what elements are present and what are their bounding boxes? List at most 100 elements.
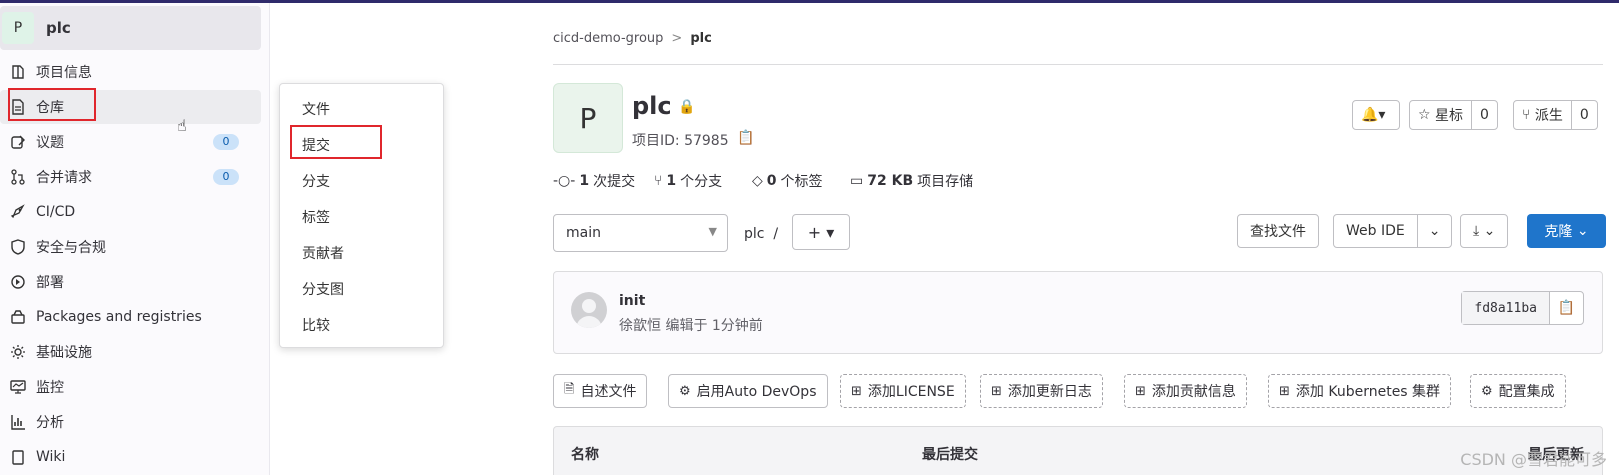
page-title: plc: [632, 92, 672, 120]
sidebar-item-cicd[interactable]: CI/CD: [0, 195, 261, 229]
sidebar-item-deployments[interactable]: 部署: [0, 265, 261, 299]
column-name: 名称: [571, 447, 599, 463]
breadcrumb-group[interactable]: cicd-demo-group: [553, 31, 663, 46]
plus-square-icon: ⊞: [851, 383, 862, 399]
file-table-header: 名称 最后提交 最后更新: [553, 426, 1603, 475]
clone-button[interactable]: 克隆 ⌄: [1527, 214, 1606, 248]
flyout-item-compare[interactable]: 比较: [302, 315, 330, 335]
sidebar-item-label: CI/CD: [36, 204, 76, 220]
stat-storage[interactable]: ▭ 72 KB 项目存储: [850, 171, 973, 191]
sidebar-item-merge-requests[interactable]: 合并请求 0: [0, 160, 261, 194]
sidebar-item-security[interactable]: 安全与合规: [0, 230, 261, 264]
highlight-box-repository: [8, 88, 96, 121]
commit-message[interactable]: init: [619, 293, 645, 309]
sidebar-item-label: Packages and registries: [36, 309, 202, 325]
gear-icon: ⚙: [679, 383, 691, 399]
merge-requests-count-badge: 0: [213, 169, 239, 185]
copy-icon[interactable]: 📋: [1550, 292, 1583, 324]
star-label: 星标: [1435, 108, 1464, 124]
sidebar-item-project-info[interactable]: 项目信息: [0, 55, 261, 89]
fork-label: 派生: [1534, 108, 1563, 124]
stat-tags[interactable]: ◇ 0 个标签: [752, 171, 823, 191]
sidebar-item-label: 议题: [36, 135, 64, 151]
project-id: 项目ID: 57985: [632, 133, 729, 149]
fork-icon: ⑂ 派生: [1522, 107, 1563, 124]
chart-icon: [0, 405, 36, 439]
flyout-item-graph[interactable]: 分支图: [302, 279, 344, 299]
add-kubernetes-button[interactable]: ⊞ 添加 Kubernetes 集群: [1268, 374, 1452, 408]
sidebar-item-monitor[interactable]: 监控: [0, 370, 261, 404]
column-last-commit: 最后提交: [922, 447, 978, 463]
chevron-down-icon: ▾: [826, 222, 835, 242]
commit-sha[interactable]: fd8a11ba: [1462, 292, 1550, 324]
sidebar-item-label: 部署: [36, 275, 64, 291]
configure-integrations-button[interactable]: ⚙ 配置集成: [1470, 374, 1566, 408]
shield-icon: [0, 230, 36, 264]
sidebar-item-label: 监控: [36, 380, 64, 396]
branch-selector[interactable]: main ▼: [553, 214, 728, 252]
flyout-item-contributors[interactable]: 贡献者: [302, 243, 344, 263]
branch-name: main: [566, 225, 601, 241]
sidebar: P plc 项目信息 仓库 议题 0 合并请求 0 CI/CD 安全与合规 部署…: [0, 3, 270, 475]
chevron-down-icon: ▼: [708, 225, 717, 238]
readme-button[interactable]: 🗎 自述文件: [553, 374, 648, 408]
project-large-avatar: P: [553, 83, 623, 153]
plus-square-icon: ⊞: [1135, 383, 1146, 399]
add-contributing-button[interactable]: ⊞ 添加贡献信息: [1124, 374, 1247, 408]
hand-cursor-icon: ☝: [177, 116, 187, 135]
sidebar-item-issues[interactable]: 议题 0: [0, 125, 261, 159]
breadcrumb-current[interactable]: plc: [690, 31, 711, 46]
web-ide-button[interactable]: Web IDE ⌄: [1333, 214, 1453, 248]
monitor-icon: [0, 370, 36, 404]
path-breadcrumb: plc /: [744, 226, 779, 242]
flyout-item-branches[interactable]: 分支: [302, 171, 330, 191]
add-dropdown-button[interactable]: + ▾: [792, 214, 850, 250]
flyout-item-files[interactable]: 文件: [302, 99, 330, 119]
highlight-box-commits: [290, 125, 382, 159]
breadcrumb-separator: >: [671, 31, 683, 46]
issues-count-badge: 0: [213, 134, 239, 150]
project-icon: [0, 55, 36, 89]
sidebar-item-label: 项目信息: [36, 65, 92, 81]
copy-icon[interactable]: 📋: [737, 130, 754, 146]
add-changelog-button[interactable]: ⊞ 添加更新日志: [980, 374, 1103, 408]
auto-devops-button[interactable]: ⚙ 启用Auto DevOps: [668, 374, 828, 408]
flyout-item-tags[interactable]: 标签: [302, 207, 330, 227]
sidebar-item-label: 基础设施: [36, 345, 92, 361]
chevron-down-icon[interactable]: ⌄: [1416, 215, 1452, 247]
commit-sha-group: fd8a11ba 📋: [1461, 291, 1584, 325]
sidebar-item-infrastructure[interactable]: 基础设施: [0, 335, 261, 369]
branch-icon: ⑂: [654, 173, 663, 189]
project-avatar: P: [2, 12, 34, 44]
sidebar-item-analytics[interactable]: 分析: [0, 405, 261, 439]
add-license-button[interactable]: ⊞ 添加LICENSE: [840, 374, 966, 408]
download-button[interactable]: ⤓ ⌄: [1460, 214, 1509, 248]
stat-commits[interactable]: -○- 1 次提交: [553, 171, 635, 191]
storage-icon: ▭: [850, 173, 864, 189]
stat-branches[interactable]: ⑂ 1 个分支: [654, 171, 722, 191]
merge-request-icon: [0, 160, 36, 194]
book-icon: [0, 440, 36, 474]
sidebar-item-label: 安全与合规: [36, 240, 106, 256]
star-icon: ☆ 星标: [1418, 107, 1464, 124]
sidebar-item-label: Wiki: [36, 449, 66, 465]
sidebar-item-packages[interactable]: Packages and registries: [0, 300, 261, 334]
bell-icon: 🔔▾: [1361, 107, 1386, 123]
rocket-icon: [0, 195, 36, 229]
plus-square-icon: ⊞: [1279, 383, 1290, 399]
notification-dropdown[interactable]: 🔔▾: [1352, 100, 1400, 130]
avatar[interactable]: [571, 292, 607, 328]
find-file-button[interactable]: 查找文件: [1237, 214, 1319, 248]
cloud-gear-icon: [0, 335, 36, 369]
sidebar-item-wiki[interactable]: Wiki: [0, 440, 261, 474]
commit-meta: 徐歆恒 编辑于 1分钟前: [619, 318, 763, 334]
project-name: plc: [46, 19, 71, 37]
last-commit-panel: init 徐歆恒 编辑于 1分钟前 fd8a11ba 📋: [553, 271, 1603, 354]
tag-icon: ◇: [752, 173, 763, 189]
sidebar-project-header[interactable]: P plc: [0, 6, 261, 50]
watermark: CSDN @雪君能可多: [1460, 450, 1607, 469]
sidebar-item-label: 合并请求: [36, 170, 92, 186]
repository-flyout-menu: 文件 提交 分支 标签 贡献者 分支图 比较: [279, 83, 444, 348]
star-button[interactable]: ☆ 星标 0: [1409, 100, 1498, 130]
fork-button[interactable]: ⑂ 派生 0: [1513, 100, 1598, 130]
